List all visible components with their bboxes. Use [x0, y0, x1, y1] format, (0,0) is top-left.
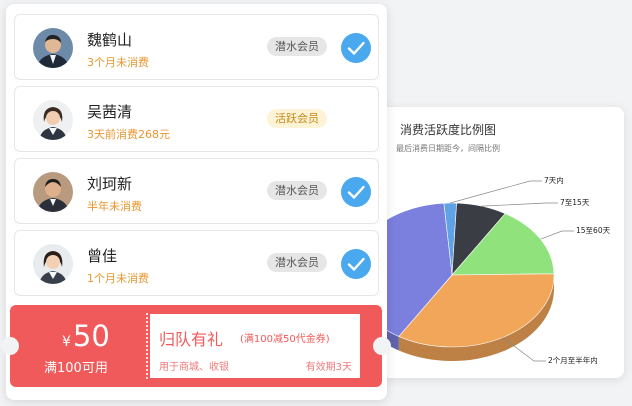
member-name: 刘珂新 — [87, 175, 133, 193]
man-in-suit-avatar-icon — [33, 28, 73, 68]
coupon-amount: ¥50 — [62, 319, 110, 353]
pie-slice-label: 7天内 — [544, 175, 564, 185]
member-last-purchase: 1个月未消费 — [87, 272, 149, 285]
member-last-purchase: 3天前消费268元 — [87, 128, 170, 141]
activity-chart-card: 消费活跃度比例图 最后消费日期距今，间隔比例 7天内 7至15天 15至60天 2个月… — [360, 107, 624, 378]
man-avatar-icon — [33, 172, 73, 212]
member-last-purchase: 半年未消费 — [87, 200, 142, 213]
coupon-notch-right — [373, 337, 391, 355]
member-last-purchase: 3个月未消费 — [87, 56, 149, 69]
pie-slice-label: 7至15天 — [560, 198, 590, 207]
member-name: 吴茜清 — [87, 103, 133, 121]
coupon-card[interactable]: ¥50 满100可用 归队有礼 (满100减50代金券) 用于商城、收银 有效期… — [1, 305, 391, 387]
check-icon[interactable] — [341, 33, 371, 63]
pie-label-leader — [450, 180, 542, 204]
pie-slice-label: 2个月至半年内 — [548, 355, 598, 365]
coupon-amount-value: 50 — [72, 319, 110, 353]
woman-avatar-icon — [33, 244, 73, 284]
coupon-condition: 满100可用 — [44, 361, 108, 376]
member-status-badge: 潜水会员 — [267, 253, 327, 272]
member-name: 曾佳 — [87, 247, 118, 265]
coupon-detail: 归队有礼 (满100减50代金券) 用于商城、收银 有效期3天 — [150, 314, 360, 378]
woman-avatar-icon — [33, 100, 73, 140]
member-name: 魏鹤山 — [87, 31, 133, 49]
coupon-title: 归队有礼 — [159, 330, 224, 349]
coupon-notch-left — [1, 337, 19, 355]
check-icon[interactable] — [341, 249, 371, 279]
member-card[interactable]: 吴茜清 3天前消费268元 活跃会员 — [14, 86, 379, 152]
coupon-validity: 有效期3天 — [305, 362, 352, 373]
check-icon[interactable] — [341, 177, 371, 207]
member-status-badge: 活跃会员 — [267, 109, 327, 128]
member-card[interactable]: 魏鹤山 3个月未消费 潜水会员 — [14, 14, 379, 80]
coupon-usage: 用于商城、收银 — [159, 362, 229, 373]
member-card[interactable]: 刘珂新 半年未消费 潜水会员 — [14, 158, 379, 224]
pie-label-leader — [540, 230, 574, 240]
member-card[interactable]: 曾佳 1个月未消费 潜水会员 — [14, 230, 379, 296]
coupon-divider — [146, 313, 148, 379]
pie-label-leader — [481, 202, 558, 207]
currency-symbol: ¥ — [62, 334, 71, 350]
member-status-badge: 潜水会员 — [267, 37, 327, 56]
pie-slice-label: 15至60天 — [576, 226, 611, 235]
pie-chart: 7天内 7至15天 15至60天 2个月至半年内 — [360, 175, 611, 365]
coupon-description: (满100减50代金券) — [240, 334, 330, 345]
member-status-badge: 潜水会员 — [267, 181, 327, 200]
